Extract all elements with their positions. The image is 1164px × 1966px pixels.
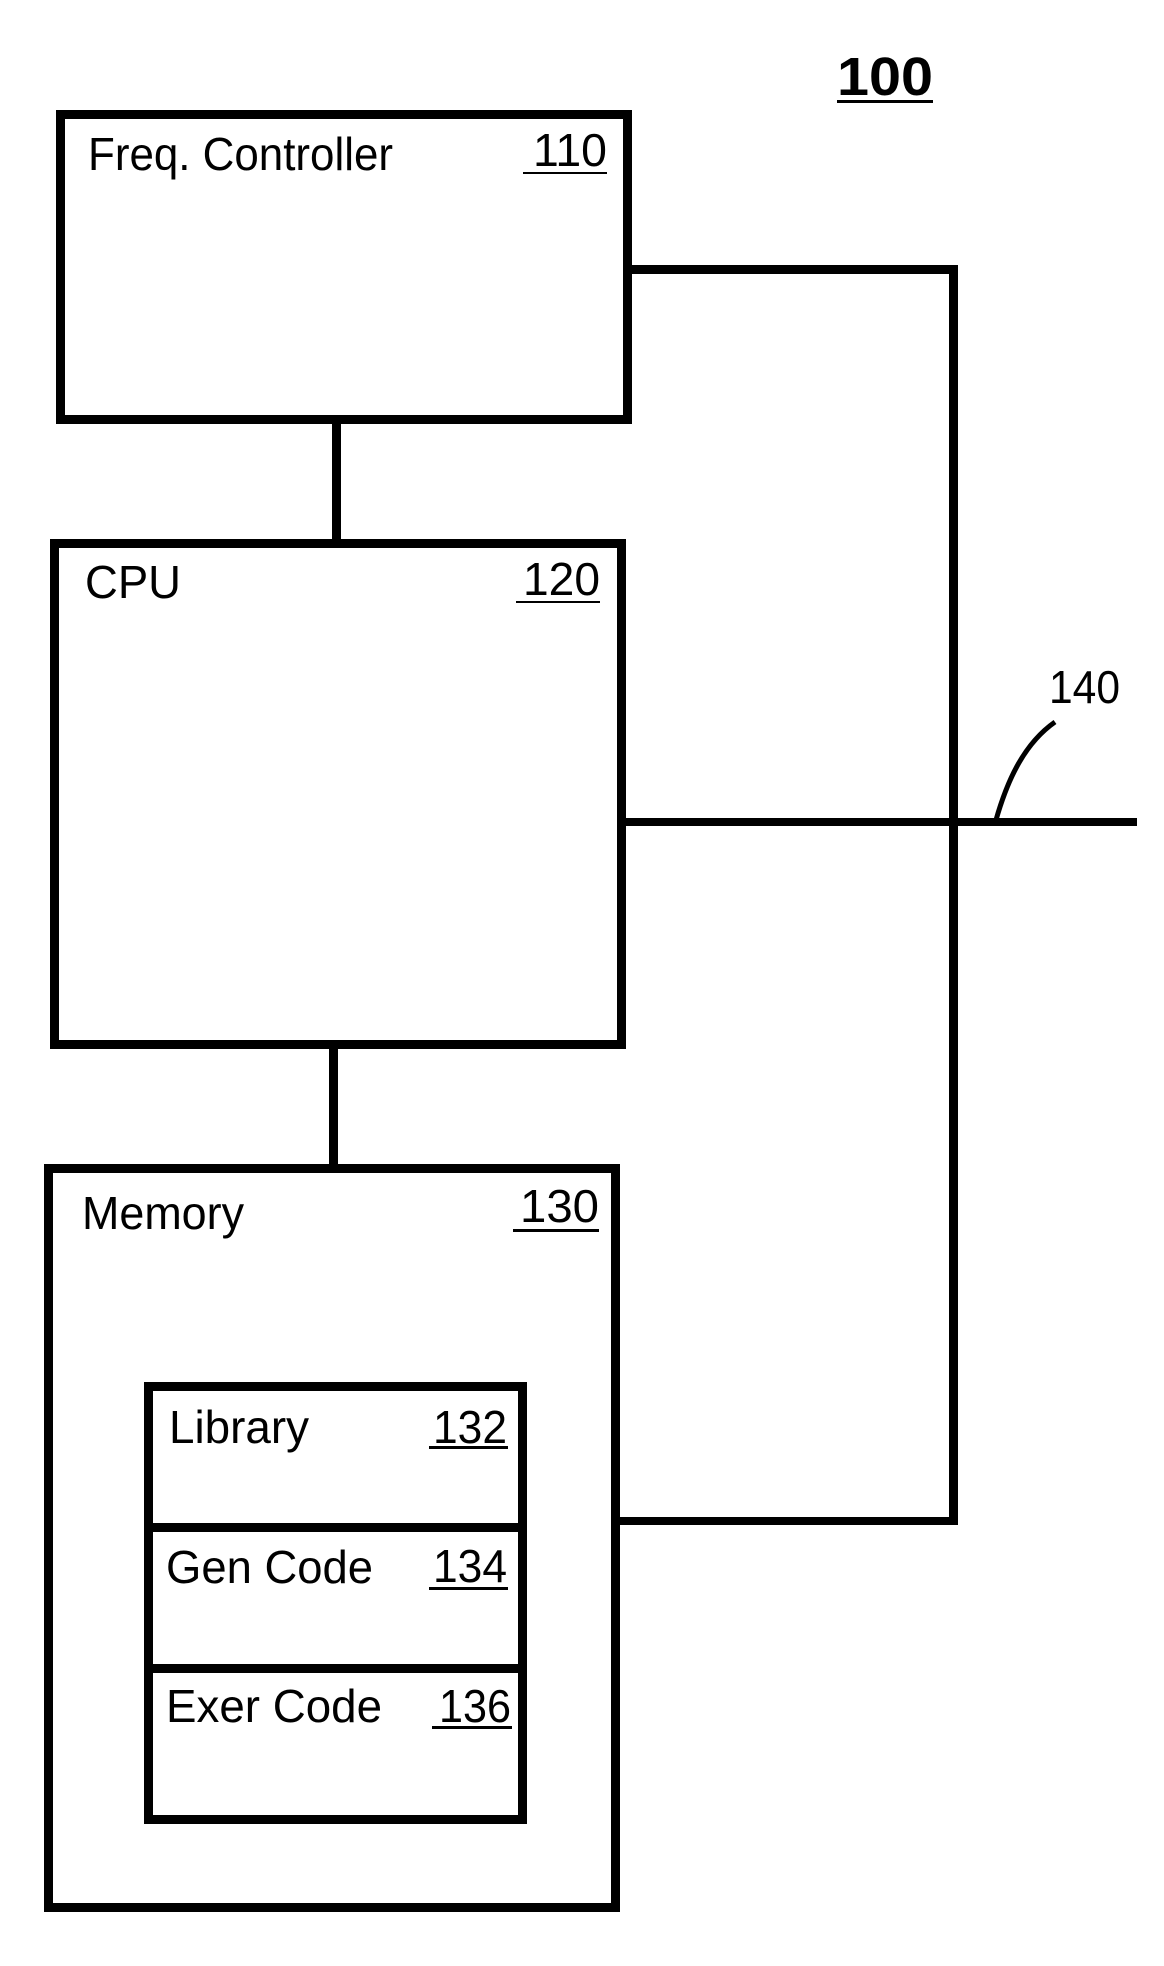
library-ref: 132 [433,1401,507,1453]
bus-vertical [949,265,958,1525]
bus-link-freq-controller [628,265,958,274]
connector-freq-cpu [332,420,341,542]
bus-ref: 140 [1049,661,1120,713]
gen-code-block: Gen Code 134 [166,1540,508,1593]
exer-code-block: Exer Code 136 [166,1680,512,1732]
figure-number: 100 [837,47,933,107]
divider-gencode-exercode [148,1664,523,1673]
memory-box [44,1164,620,1912]
bus-ref-leader-line [993,719,1057,821]
exer-code-ref: 136 [439,1680,511,1732]
memory-ref-underline [513,1229,599,1232]
freq-controller-ref: 110 [533,124,607,176]
cpu-label: CPU [85,556,181,608]
bus-link-cpu [622,818,1137,826]
library-ref-underline [429,1446,508,1449]
memory-block: Memory 130 Library 132 Gen Code 134 Exer… [44,1164,620,1912]
bus-link-memory [616,1517,958,1525]
library-label: Library [169,1401,309,1453]
block-diagram: 100 Freq. Controller 110 CPU 120 Memory … [44,47,1137,1912]
cpu-block: CPU 120 [50,539,626,1049]
freq-controller-label: Freq. Controller [88,128,393,180]
gen-code-ref: 134 [433,1540,507,1592]
memory-ref: 130 [520,1180,599,1232]
figure-number-underline [837,100,933,103]
connector-cpu-memory [329,1045,338,1167]
exer-code-ref-underline [432,1726,512,1729]
gen-code-label: Gen Code [166,1541,373,1593]
divider-library-gencode [148,1523,523,1532]
cpu-box [50,539,626,1049]
bus-140: 140 [616,265,1137,1525]
freq-controller-ref-underline [523,172,607,174]
gen-code-ref-underline [429,1587,508,1590]
exer-code-label: Exer Code [166,1680,382,1732]
library-block: Library 132 [169,1401,508,1453]
cpu-ref-underline [516,601,600,603]
cpu-ref: 120 [523,553,600,605]
memory-label: Memory [82,1187,244,1239]
freq-controller-block: Freq. Controller 110 [56,110,632,424]
